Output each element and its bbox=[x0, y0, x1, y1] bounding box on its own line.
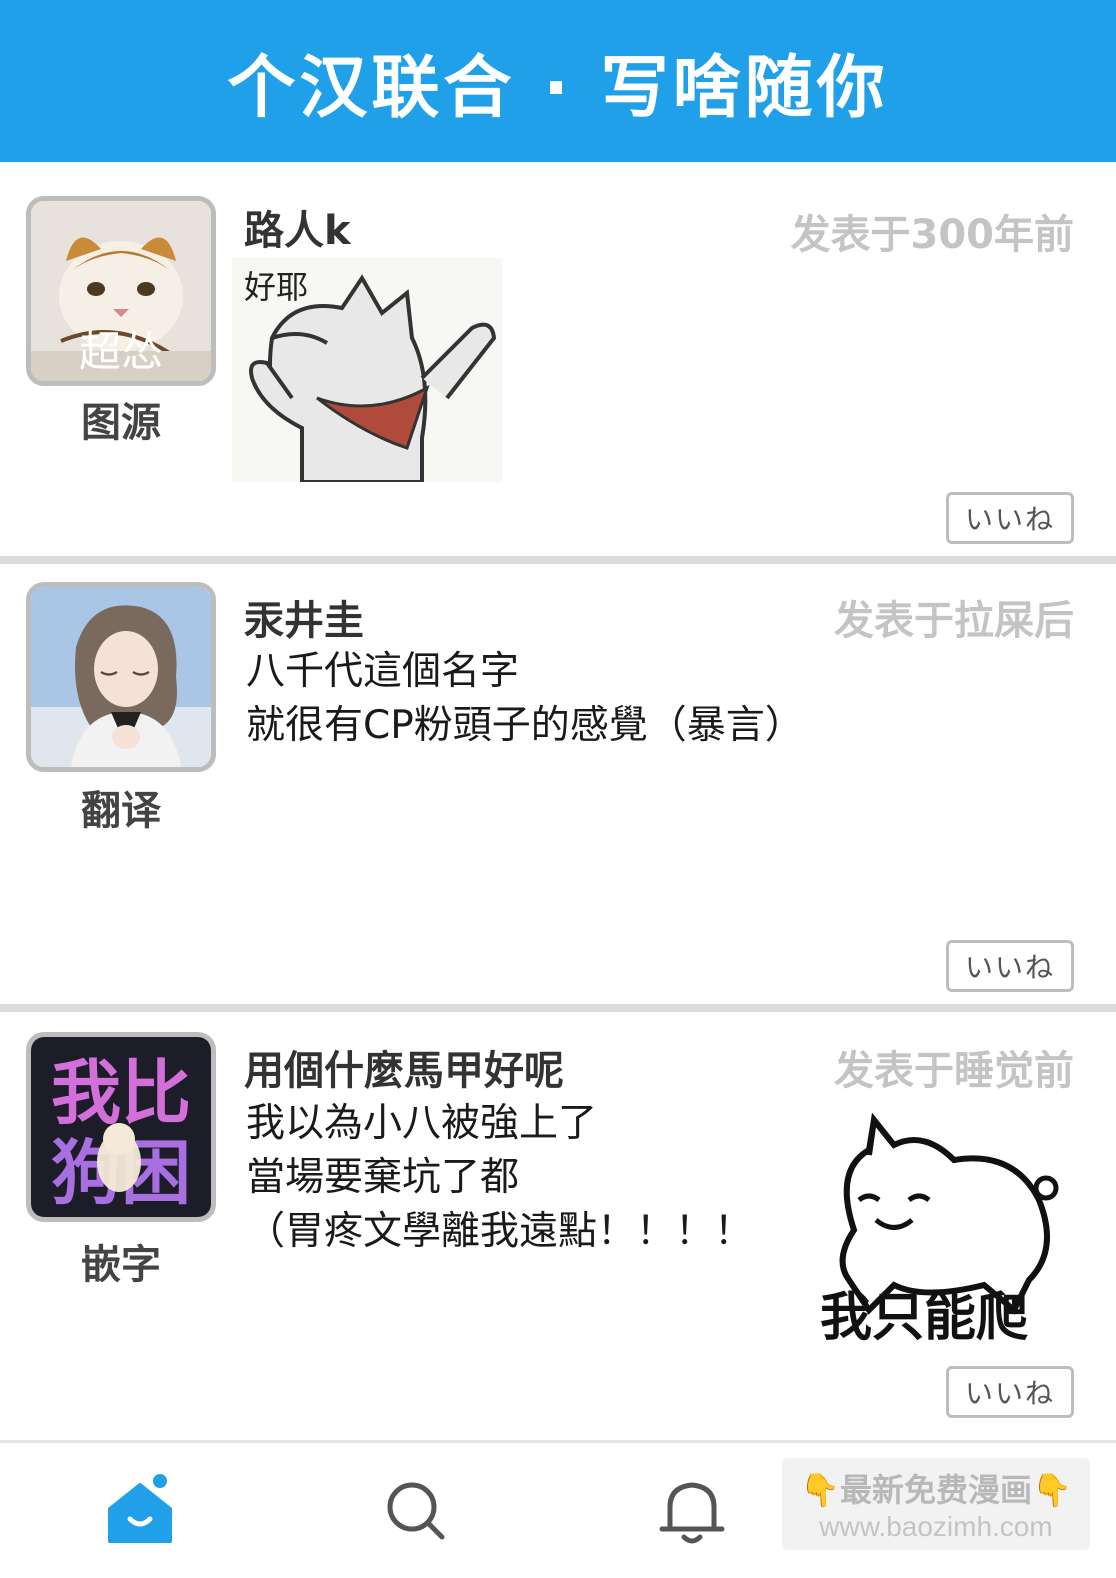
user-avatar[interactable]: 我比 狗困 bbox=[26, 1032, 216, 1222]
sticker-caption: 我只能爬 bbox=[820, 1288, 1028, 1348]
sticker-caption: 好耶 bbox=[244, 268, 308, 306]
post-3: 我比 狗困 嵌字 用個什麼馬甲好呢 发表于睡觉前 我以為小八被強上了 當場要棄坑… bbox=[0, 1012, 1116, 1432]
username[interactable]: 汞井圭 bbox=[244, 588, 364, 646]
bell-icon bbox=[659, 1482, 725, 1544]
like-button[interactable]: いいね bbox=[946, 492, 1074, 544]
username[interactable]: 用個什麼馬甲好呢 bbox=[244, 1038, 564, 1096]
post-divider bbox=[0, 556, 1116, 564]
post-1: 超怂 图源 路人k 发表于300年前 好耶 いいね bbox=[0, 162, 1116, 556]
watermark-line-1: 👇最新免费漫画👇 bbox=[800, 1471, 1072, 1509]
role-label: 图源 bbox=[81, 399, 161, 446]
home-icon bbox=[108, 1474, 172, 1543]
post-body-line: 當場要棄坑了都 bbox=[246, 1155, 520, 1200]
post-body-line: 八千代這個名字 bbox=[246, 649, 520, 694]
anime-avatar-image bbox=[31, 587, 211, 767]
dog-avatar-image: 我比 狗困 bbox=[31, 1037, 211, 1217]
post-timestamp: 发表于300年前 bbox=[790, 212, 1075, 258]
like-button[interactable]: いいね bbox=[946, 940, 1074, 992]
avatar-caption: 超怂 bbox=[79, 327, 163, 376]
user-avatar[interactable]: 超怂 bbox=[26, 196, 216, 386]
watermark: 👇最新免费漫画👇 www.baozimh.com bbox=[782, 1458, 1090, 1550]
cat-crawl-sticker: 我只能爬 bbox=[814, 1110, 1064, 1350]
username[interactable]: 路人k bbox=[244, 198, 351, 256]
post-2: 翻译 汞井圭 发表于拉屎后 八千代這個名字 就很有CP粉頭子的感覺（暴言） いい… bbox=[0, 564, 1116, 1004]
post-timestamp: 发表于睡觉前 bbox=[834, 1048, 1074, 1094]
tab-search[interactable] bbox=[376, 1471, 456, 1551]
post-body-line: 就很有CP粉頭子的感覺（暴言） bbox=[246, 703, 804, 748]
post-divider bbox=[0, 1004, 1116, 1012]
role-label: 翻译 bbox=[81, 787, 161, 834]
avatar-caption-top: 我比 bbox=[51, 1052, 191, 1134]
post-body-line: （胃疼文學離我遠點！！！！ bbox=[246, 1209, 754, 1254]
user-avatar[interactable] bbox=[26, 582, 216, 772]
app-header: 个汉联合 · 写啥随你 bbox=[0, 0, 1116, 162]
search-icon bbox=[387, 1482, 445, 1540]
watermark-line-2: www.baozimh.com bbox=[819, 1511, 1053, 1542]
cat-avatar-image: 超怂 bbox=[31, 201, 211, 381]
role-label: 嵌字 bbox=[81, 1241, 161, 1288]
header-title: 个汉联合 · 写啥随你 bbox=[227, 48, 889, 128]
like-button[interactable]: いいね bbox=[946, 1366, 1074, 1418]
tab-home[interactable] bbox=[100, 1471, 180, 1551]
tab-notifications[interactable] bbox=[652, 1471, 732, 1551]
post-timestamp: 发表于拉屎后 bbox=[834, 598, 1074, 644]
post-body-line: 我以為小八被強上了 bbox=[246, 1101, 598, 1146]
shiba-sticker: 好耶 bbox=[232, 258, 502, 482]
